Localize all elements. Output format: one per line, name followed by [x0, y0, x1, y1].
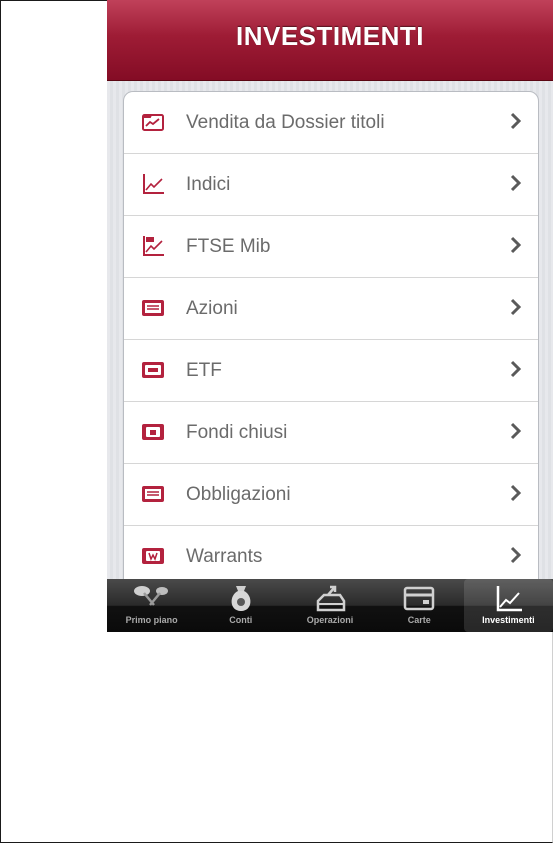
line-chart-icon [143, 174, 164, 194]
menu-item-label: Fondi chiusi [186, 421, 288, 443]
tab-label: Investimenti [482, 615, 535, 625]
tab-label: Primo piano [125, 615, 178, 625]
etf-card-icon [142, 362, 164, 378]
tab-investimenti[interactable]: Investimenti [463, 579, 553, 632]
chevron-right-icon [510, 422, 522, 440]
menu-item-label: Warrants [186, 545, 263, 567]
chevron-right-icon [510, 236, 522, 254]
tab-primo-piano[interactable]: Primo piano [107, 579, 196, 632]
tab-label: Conti [229, 615, 253, 625]
chevron-right-icon [510, 484, 522, 502]
menu-item-fondi-chiusi[interactable]: Fondi chiusi [124, 402, 538, 464]
chart-icon [497, 586, 523, 612]
menu-item-ftse-mib[interactable]: FTSE Mib [124, 216, 538, 278]
pushpins-icon [133, 586, 168, 606]
chevron-right-icon [510, 360, 522, 378]
navigation-bar: INVESTIMENTI [107, 0, 553, 81]
tab-conti[interactable]: Conti [196, 579, 285, 632]
menu-item-label: Azioni [186, 297, 238, 319]
menu-item-vendita-dossier[interactable]: Vendita da Dossier titoli [124, 92, 538, 154]
tab-label: Carte [407, 615, 431, 625]
menu-item-indici[interactable]: Indici [124, 154, 538, 216]
stock-certificate-icon [142, 300, 164, 316]
app-screen: INVESTIMENTI Vendita da Dossier titoli I… [107, 0, 553, 632]
lock-card-icon [142, 424, 164, 440]
menu-item-label: FTSE Mib [186, 235, 271, 257]
chevron-right-icon [510, 298, 522, 316]
content-area: Vendita da Dossier titoli Indici FTSE Mi… [107, 81, 553, 613]
folder-chart-icon [142, 114, 164, 131]
menu-item-label: ETF [186, 359, 222, 381]
page-title: INVESTIMENTI [235, 20, 424, 51]
tab-operazioni[interactable]: Operazioni [285, 579, 374, 632]
warrant-card-icon [142, 548, 164, 564]
tab-carte[interactable]: Carte [375, 579, 464, 632]
tab-label: Operazioni [306, 615, 354, 625]
money-bag-icon [231, 586, 251, 611]
chevron-right-icon [510, 174, 522, 192]
tab-bar: Primo piano Conti Operazioni Carte Inves… [107, 579, 553, 632]
chevron-right-icon [510, 546, 522, 564]
mib-chart-icon [143, 236, 164, 256]
investment-menu-list: Vendita da Dossier titoli Indici FTSE Mi… [123, 91, 539, 613]
chevron-right-icon [510, 112, 522, 130]
transfer-tray-icon [316, 585, 346, 612]
bond-certificate-icon [142, 486, 164, 502]
card-icon [403, 586, 435, 611]
menu-item-etf[interactable]: ETF [124, 340, 538, 402]
menu-item-azioni[interactable]: Azioni [124, 278, 538, 340]
menu-item-label: Vendita da Dossier titoli [186, 111, 385, 133]
menu-item-label: Obbligazioni [186, 483, 291, 505]
menu-item-obbligazioni[interactable]: Obbligazioni [124, 464, 538, 526]
menu-item-label: Indici [186, 173, 231, 195]
